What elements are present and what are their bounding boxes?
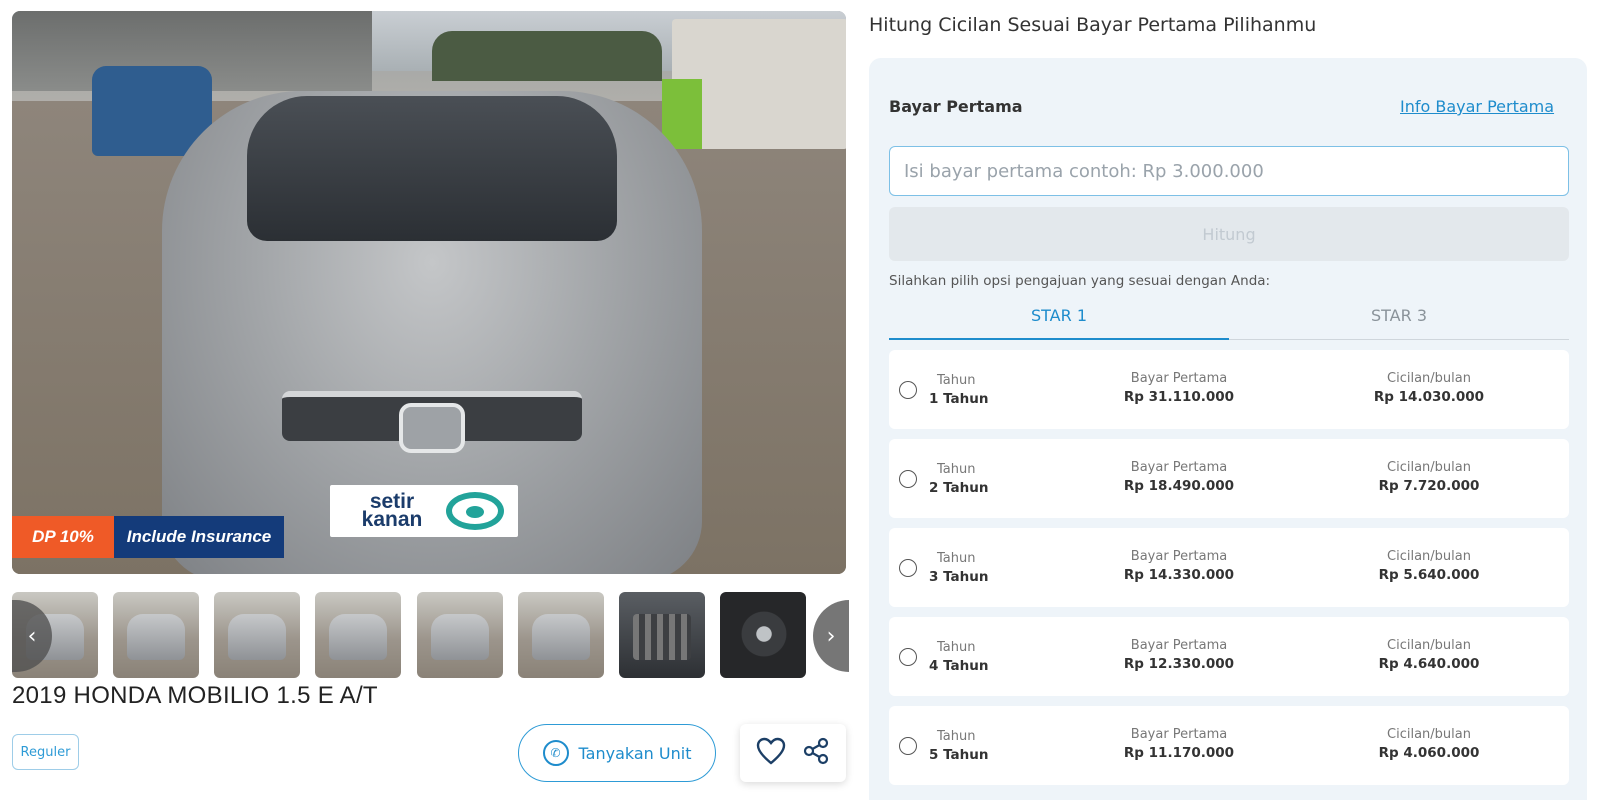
- thumbnail-6[interactable]: [518, 592, 604, 678]
- action-box: [740, 724, 846, 782]
- ask-unit-label: Tanyakan Unit: [578, 743, 692, 763]
- monthly-cell: Cicilan/bulan Rp 14.030.000: [1329, 370, 1529, 407]
- tab-star-1[interactable]: STAR 1: [889, 306, 1229, 340]
- photo-truck: [662, 19, 846, 149]
- tenor-label: Tahun: [937, 640, 976, 655]
- monthly-col-label: Cicilan/bulan: [1387, 371, 1471, 386]
- honda-logo: [399, 403, 465, 453]
- license-plate-logo: setir kanan: [330, 485, 518, 537]
- tenor-value: 4 Tahun: [929, 658, 989, 674]
- plan-radio[interactable]: [899, 470, 917, 488]
- dp-value: Rp 12.330.000: [1123, 656, 1235, 672]
- monthly-value: Rp 5.640.000: [1378, 567, 1480, 583]
- insurance-badge: Include Insurance: [114, 516, 284, 558]
- tenor-label: Tahun: [937, 729, 976, 744]
- tenor-value: 5 Tahun: [929, 747, 989, 763]
- listing-type-tag: Reguler: [12, 734, 79, 770]
- car-windshield: [247, 96, 617, 241]
- heart-icon[interactable]: [756, 737, 786, 769]
- dp-value: Rp 14.330.000: [1123, 567, 1235, 583]
- photo-trees: [432, 31, 662, 81]
- monthly-col-label: Cicilan/bulan: [1387, 549, 1471, 564]
- dp-cell: Bayar Pertama Rp 18.490.000: [1089, 459, 1269, 496]
- plan-row[interactable]: Tahun 2 Tahun Bayar Pertama Rp 18.490.000 …: [889, 439, 1569, 518]
- whatsapp-icon: ✆: [542, 740, 569, 766]
- plan-radio[interactable]: [899, 737, 917, 755]
- dp-info-link[interactable]: Info Bayar Pertama: [1400, 97, 1554, 116]
- plan-row[interactable]: Tahun 3 Tahun Bayar Pertama Rp 14.330.000 …: [889, 528, 1569, 607]
- thumbnail-3[interactable]: [214, 592, 300, 678]
- tab-star-3[interactable]: STAR 3: [1229, 306, 1569, 340]
- monthly-col-label: Cicilan/bulan: [1387, 460, 1471, 475]
- option-hint: Silahkan pilih opsi pengajuan yang sesua…: [889, 273, 1271, 289]
- chevron-left-icon: ‹: [27, 623, 37, 649]
- plate-brand-text: setir kanan: [361, 490, 423, 531]
- thumbnail-strip: [12, 592, 846, 678]
- dp-col-label: Bayar Pertama: [1130, 727, 1228, 742]
- monthly-cell: Cicilan/bulan Rp 7.720.000: [1329, 459, 1529, 496]
- thumbnail-2[interactable]: [113, 592, 199, 678]
- tenor-cell: Tahun 4 Tahun: [929, 639, 999, 676]
- steering-wheel-icon: [446, 492, 504, 530]
- monthly-col-label: Cicilan/bulan: [1387, 638, 1471, 653]
- thumbnail-8[interactable]: [720, 592, 806, 678]
- plan-row[interactable]: Tahun 5 Tahun Bayar Pertama Rp 11.170.000 …: [889, 706, 1569, 785]
- dp-col-label: Bayar Pertama: [1130, 549, 1228, 564]
- dp-cell: Bayar Pertama Rp 31.110.000: [1089, 370, 1269, 407]
- tenor-cell: Tahun 1 Tahun: [929, 372, 999, 409]
- dp-col-label: Bayar Pertama: [1130, 638, 1228, 653]
- dp-cell: Bayar Pertama Rp 11.170.000: [1089, 726, 1269, 763]
- plan-radio[interactable]: [899, 648, 917, 666]
- calculate-button[interactable]: Hitung: [889, 207, 1569, 261]
- plan-radio[interactable]: [899, 559, 917, 577]
- main-car-photo[interactable]: setir kanan: [12, 11, 846, 574]
- plan-radio[interactable]: [899, 381, 917, 399]
- plan-row[interactable]: Tahun 1 Tahun Bayar Pertama Rp 31.110.000 …: [889, 350, 1569, 429]
- tenor-label: Tahun: [937, 373, 976, 388]
- tenor-label: Tahun: [937, 462, 976, 477]
- tenor-value: 2 Tahun: [929, 480, 989, 496]
- dp-cell: Bayar Pertama Rp 14.330.000: [1089, 548, 1269, 585]
- dp-col-label: Bayar Pertama: [1130, 371, 1228, 386]
- monthly-cell: Cicilan/bulan Rp 4.060.000: [1329, 726, 1529, 763]
- monthly-col-label: Cicilan/bulan: [1387, 727, 1471, 742]
- plan-row[interactable]: Tahun 4 Tahun Bayar Pertama Rp 12.330.000 …: [889, 617, 1569, 696]
- dp-cell: Bayar Pertama Rp 12.330.000: [1089, 637, 1269, 674]
- calculator-heading: Hitung Cicilan Sesuai Bayar Pertama Pili…: [869, 14, 1317, 36]
- thumbnail-5[interactable]: [417, 592, 503, 678]
- tenor-value: 3 Tahun: [929, 569, 989, 585]
- tenor-value: 1 Tahun: [929, 391, 989, 407]
- tenor-cell: Tahun 2 Tahun: [929, 461, 999, 498]
- dp-value: Rp 18.490.000: [1123, 478, 1235, 494]
- monthly-value: Rp 4.060.000: [1378, 745, 1480, 761]
- monthly-cell: Cicilan/bulan Rp 4.640.000: [1329, 637, 1529, 674]
- plan-tabs: STAR 1 STAR 3: [889, 306, 1569, 340]
- share-icon[interactable]: [802, 737, 830, 769]
- dp-input[interactable]: [889, 146, 1569, 196]
- monthly-value: Rp 7.720.000: [1378, 478, 1480, 494]
- thumbnail-4[interactable]: [315, 592, 401, 678]
- chevron-right-icon: ›: [826, 623, 836, 649]
- dp-value: Rp 11.170.000: [1123, 745, 1235, 761]
- ask-unit-button[interactable]: ✆ Tanyakan Unit: [518, 724, 716, 782]
- dp-label: Bayar Pertama: [889, 97, 1023, 116]
- tenor-cell: Tahun 3 Tahun: [929, 550, 999, 587]
- monthly-cell: Cicilan/bulan Rp 5.640.000: [1329, 548, 1529, 585]
- dp-value: Rp 31.110.000: [1123, 389, 1235, 405]
- monthly-value: Rp 4.640.000: [1378, 656, 1480, 672]
- monthly-value: Rp 14.030.000: [1373, 389, 1485, 405]
- tenor-cell: Tahun 5 Tahun: [929, 728, 999, 765]
- thumbnail-7[interactable]: [619, 592, 705, 678]
- car-title: 2019 HONDA MOBILIO 1.5 E A/T: [12, 682, 378, 709]
- dp-badge: DP 10%: [12, 516, 114, 558]
- tenor-label: Tahun: [937, 551, 976, 566]
- dp-col-label: Bayar Pertama: [1130, 460, 1228, 475]
